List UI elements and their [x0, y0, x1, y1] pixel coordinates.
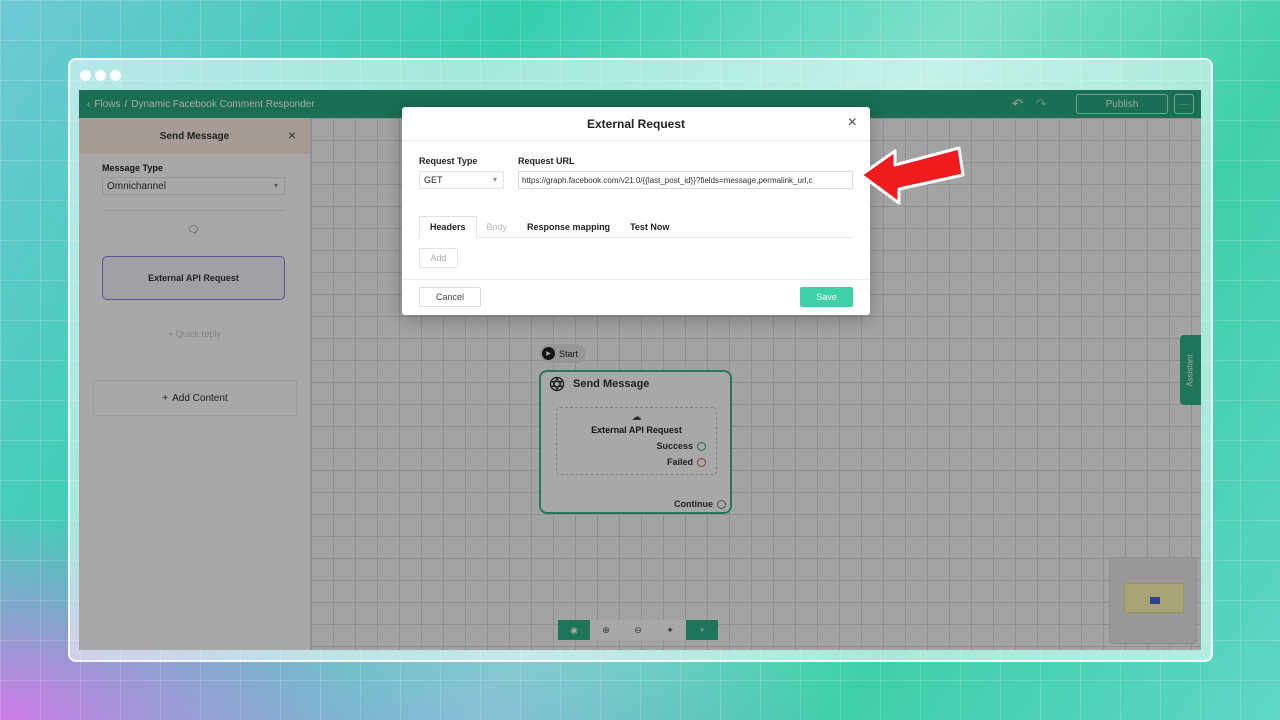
- tab-test-now[interactable]: Test Now: [620, 216, 679, 238]
- tab-response-mapping[interactable]: Response mapping: [517, 216, 620, 238]
- modal-title: External Request: [586, 116, 686, 131]
- save-button[interactable]: Save: [800, 287, 853, 307]
- tab-headers[interactable]: Headers: [419, 216, 477, 238]
- window-dot-icon[interactable]: [80, 70, 91, 81]
- window-dot-icon[interactable]: [110, 70, 121, 81]
- request-type-select[interactable]: GET ▾: [419, 171, 504, 189]
- cancel-button[interactable]: Cancel: [419, 287, 481, 307]
- window-dot-icon[interactable]: [95, 70, 106, 81]
- request-type-label: Request Type: [419, 156, 478, 166]
- modal-footer-divider: [402, 279, 870, 280]
- request-url-label: Request URL: [518, 156, 575, 166]
- annotation-arrow-icon: [859, 146, 965, 205]
- request-url-input[interactable]: [518, 171, 853, 189]
- tab-body[interactable]: Body: [477, 216, 518, 238]
- request-type-value: GET: [424, 175, 443, 185]
- chevron-down-icon: ▾: [492, 175, 497, 184]
- window-controls: [80, 70, 121, 81]
- close-icon[interactable]: ×: [848, 114, 857, 132]
- add-header-button[interactable]: Add: [419, 248, 458, 268]
- modal-header: External Request ×: [402, 107, 870, 141]
- external-request-modal: External Request × Request Type Request …: [402, 107, 870, 315]
- request-tabs: Headers Body Response mapping Test Now: [419, 216, 853, 238]
